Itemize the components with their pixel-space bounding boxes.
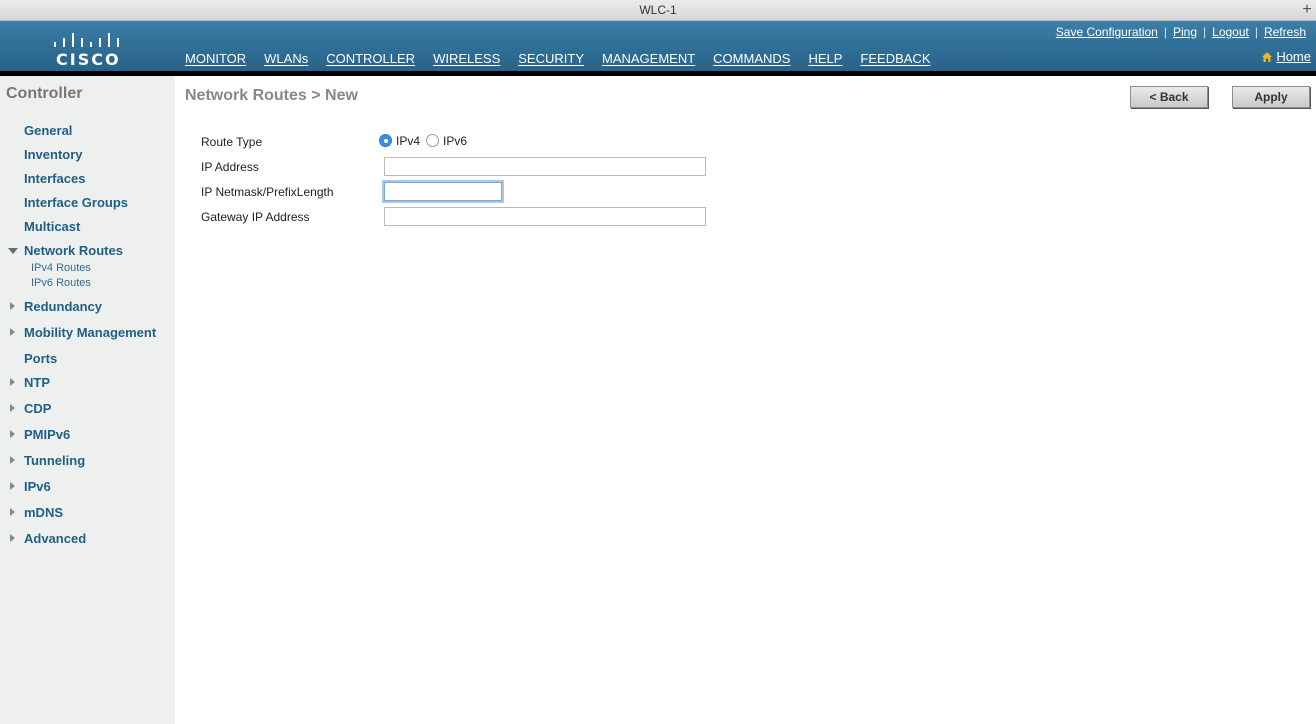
page-title: Network Routes > New: [185, 87, 358, 104]
nav-help[interactable]: HELP: [799, 50, 851, 72]
collapsed-chevron-icon[interactable]: [10, 534, 15, 542]
collapsed-chevron-icon[interactable]: [10, 482, 15, 490]
route-type-label: Route Type: [201, 135, 263, 149]
sidebar-item-mdns[interactable]: mDNS: [24, 505, 63, 520]
home-link[interactable]: Home: [1261, 49, 1311, 64]
header-bar: CISCO MONITOR WLANs CONTROLLER WIRELESS …: [0, 21, 1316, 74]
cisco-logo-bars-icon: [51, 29, 121, 47]
sidebar-item-multicast[interactable]: Multicast: [24, 219, 80, 234]
sidebar-item-redundancy[interactable]: Redundancy: [24, 299, 102, 314]
nav-security[interactable]: SECURITY: [509, 50, 593, 72]
ip-address-input[interactable]: [384, 157, 706, 176]
ping-link[interactable]: Ping: [1167, 25, 1203, 39]
nav-feedback[interactable]: FEEDBACK: [851, 50, 939, 72]
nav-wireless[interactable]: WIRELESS: [424, 50, 509, 72]
nav-monitor[interactable]: MONITOR: [176, 50, 255, 72]
cisco-logo: CISCO: [50, 29, 122, 69]
sidebar-item-mobility-management[interactable]: Mobility Management: [24, 325, 156, 340]
sidebar-item-interface-groups[interactable]: Interface Groups: [24, 195, 128, 210]
route-type-ipv6-label: IPv6: [443, 134, 468, 148]
route-type-ipv6-radio[interactable]: [426, 134, 439, 147]
top-links: Save Configuration | Ping | Logout | Ref…: [1050, 25, 1312, 39]
sidebar-item-general[interactable]: General: [24, 123, 72, 138]
save-configuration-link[interactable]: Save Configuration: [1050, 25, 1164, 39]
header-divider: [0, 71, 1316, 76]
home-label: Home: [1276, 49, 1311, 64]
sidebar-item-tunneling[interactable]: Tunneling: [24, 453, 85, 468]
nav-controller[interactable]: CONTROLLER: [317, 50, 424, 74]
apply-button[interactable]: Apply: [1232, 86, 1310, 108]
sidebar-item-ipv6[interactable]: IPv6: [24, 479, 51, 494]
gateway-input[interactable]: [384, 207, 706, 226]
collapsed-chevron-icon[interactable]: [10, 430, 15, 438]
route-type-ipv4-radio[interactable]: [379, 134, 392, 147]
collapsed-chevron-icon[interactable]: [10, 328, 15, 336]
ip-address-label: IP Address: [201, 160, 259, 174]
collapsed-chevron-icon[interactable]: [10, 508, 15, 516]
sidebar-item-ports[interactable]: Ports: [24, 351, 57, 366]
refresh-link[interactable]: Refresh: [1258, 25, 1312, 39]
logout-link[interactable]: Logout: [1206, 25, 1255, 39]
sidebar-item-cdp[interactable]: CDP: [24, 401, 51, 416]
gateway-label: Gateway IP Address: [201, 210, 310, 224]
sidebar-subitem-ipv6-routes[interactable]: IPv6 Routes: [31, 277, 91, 289]
window-title: WLC-1: [639, 3, 677, 17]
collapsed-chevron-icon[interactable]: [10, 456, 15, 464]
sidebar-item-pmipv6[interactable]: PMIPv6: [24, 427, 70, 442]
collapsed-chevron-icon[interactable]: [10, 302, 15, 310]
collapsed-chevron-icon[interactable]: [10, 404, 15, 412]
collapsed-chevron-icon[interactable]: [10, 378, 15, 386]
cisco-logo-text: CISCO: [56, 50, 121, 69]
route-type-ipv4-label: IPv4: [396, 134, 421, 148]
nav-commands[interactable]: COMMANDS: [704, 50, 799, 72]
new-tab-button[interactable]: +: [1300, 0, 1314, 20]
back-button[interactable]: < Back: [1130, 86, 1208, 108]
nav-wlans[interactable]: WLANs: [255, 50, 317, 72]
sidebar-title: Controller: [6, 85, 83, 102]
netmask-input[interactable]: [384, 182, 502, 201]
nav-management[interactable]: MANAGEMENT: [593, 50, 704, 72]
sidebar-item-inventory[interactable]: Inventory: [24, 147, 83, 162]
window-title-bar: WLC-1 +: [0, 0, 1316, 21]
main-nav: MONITOR WLANs CONTROLLER WIRELESS SECURI…: [176, 50, 940, 74]
sidebar-item-network-routes[interactable]: Network Routes: [24, 243, 123, 258]
sidebar-item-interfaces[interactable]: Interfaces: [24, 171, 85, 186]
netmask-label: IP Netmask/PrefixLength: [201, 185, 334, 199]
sidebar-subitem-ipv4-routes[interactable]: IPv4 Routes: [31, 262, 91, 274]
sidebar-item-advanced[interactable]: Advanced: [24, 531, 86, 546]
home-icon: [1262, 51, 1273, 62]
expanded-chevron-icon[interactable]: [8, 248, 18, 254]
sidebar-item-ntp[interactable]: NTP: [24, 375, 50, 390]
